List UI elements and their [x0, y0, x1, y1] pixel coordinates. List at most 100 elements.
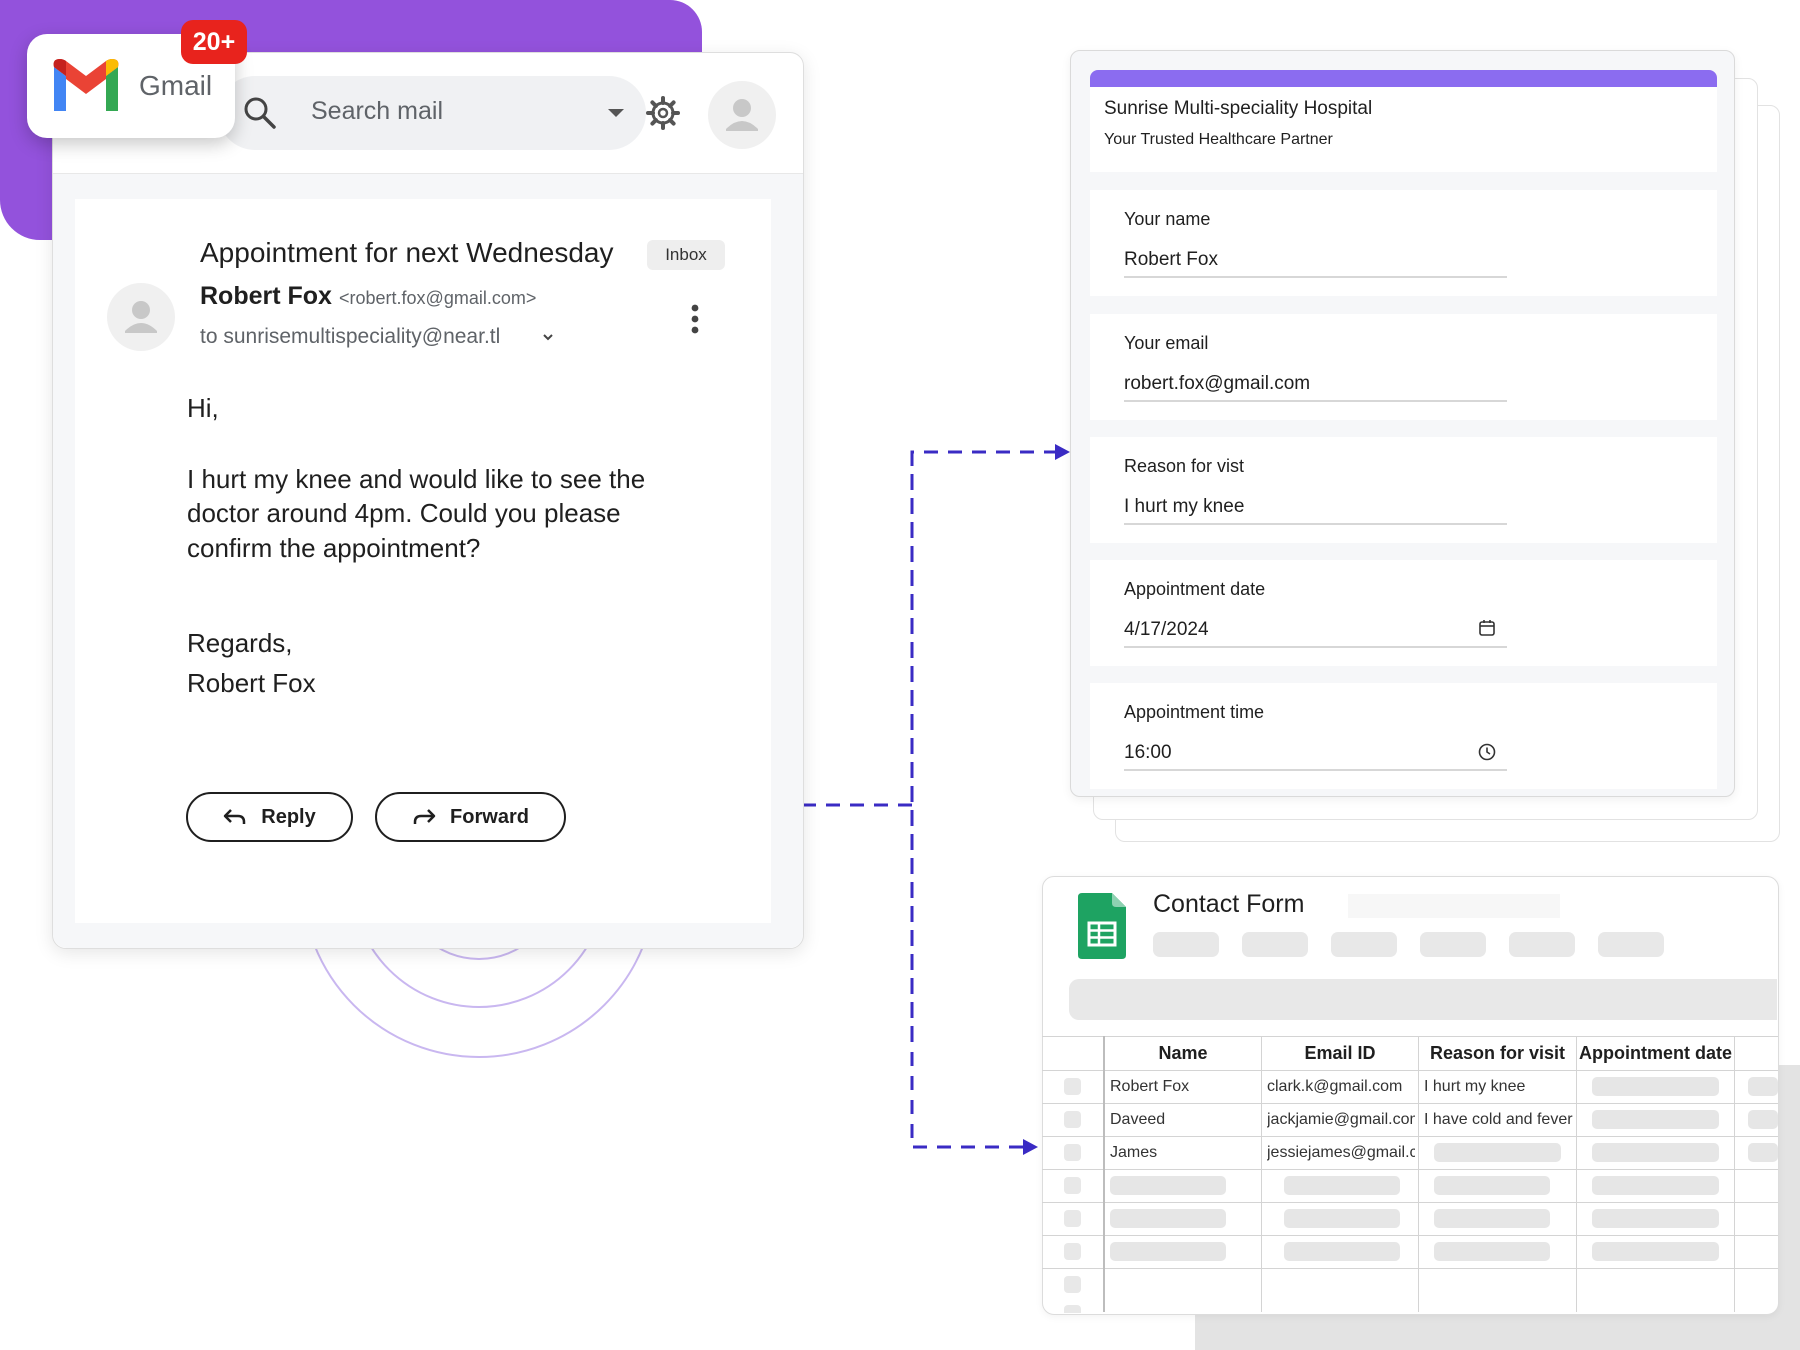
field-label: Your email	[1124, 333, 1209, 353]
grid-line	[1261, 1036, 1262, 1312]
person-icon	[726, 99, 758, 131]
table-cell[interactable]: Daveed	[1110, 1103, 1258, 1136]
form-header	[1090, 70, 1717, 172]
inbox-label[interactable]: Inbox	[647, 240, 725, 270]
email-signature: Robert Fox	[187, 668, 316, 698]
row-handle[interactable]	[1064, 1210, 1081, 1227]
row-handle[interactable]	[1064, 1276, 1081, 1293]
placeholder-cell	[1284, 1242, 1400, 1261]
grid-line	[1576, 1036, 1577, 1312]
placeholder-cell	[1284, 1176, 1400, 1195]
reply-button[interactable]: Reply	[186, 792, 353, 842]
name-input[interactable]: Robert Fox	[1124, 249, 1218, 271]
connector-arrows	[802, 444, 1070, 1155]
email-input[interactable]: robert.fox@gmail.com	[1124, 373, 1310, 395]
gear-icon[interactable]	[645, 95, 681, 131]
placeholder-cell	[1110, 1209, 1226, 1228]
grid-line	[1042, 1235, 1778, 1236]
person-icon	[125, 301, 157, 333]
form-field-date: Appointment date 4/17/2024	[1090, 560, 1717, 666]
table-cell[interactable]: James	[1110, 1136, 1258, 1169]
placeholder-cell	[1748, 1077, 1778, 1096]
email-subject: Appointment for next Wednesday	[200, 237, 614, 268]
form-field-email: Your email robert.fox@gmail.com	[1090, 314, 1717, 420]
chevron-down-icon[interactable]	[542, 331, 554, 343]
placeholder-cell	[1110, 1176, 1226, 1195]
form-title: Sunrise Multi-speciality Hospital	[1104, 98, 1373, 119]
email-signoff: Regards,	[187, 628, 293, 658]
row-handle[interactable]	[1064, 1144, 1081, 1161]
field-label: Appointment time	[1124, 702, 1265, 722]
menu-item-placeholder[interactable]	[1420, 932, 1486, 957]
email-body-line: confirm the appointment?	[187, 533, 481, 563]
reason-input[interactable]: I hurt my knee	[1124, 496, 1244, 518]
placeholder-cell	[1592, 1209, 1719, 1228]
table-cell[interactable]: I have cold and fever	[1424, 1103, 1574, 1136]
forward-label: Forward	[450, 805, 529, 828]
field-underline	[1124, 276, 1507, 278]
menu-item-placeholder[interactable]	[1153, 932, 1219, 957]
form-field-reason: Reason for vist I hurt my knee	[1090, 437, 1717, 543]
date-input[interactable]: 4/17/2024	[1124, 619, 1209, 641]
field-underline	[1124, 646, 1507, 648]
formula-bar[interactable]	[1069, 979, 1777, 1020]
table-cell[interactable]: Robert Fox	[1110, 1070, 1258, 1103]
placeholder-cell	[1748, 1143, 1778, 1162]
column-header[interactable]: Appointment date	[1577, 1036, 1734, 1070]
sender-name: Robert Fox	[200, 282, 332, 310]
field-label: Your name	[1124, 209, 1211, 229]
field-label: Appointment date	[1124, 579, 1266, 599]
table-cell[interactable]: jessiejames@gmail.com	[1267, 1136, 1415, 1169]
menu-item-placeholder[interactable]	[1242, 932, 1308, 957]
sender-avatar	[107, 283, 175, 351]
gmail-window: Search mail Appointment for next Wednesd…	[52, 52, 804, 949]
table-cell[interactable]: jackjamie@gmail.com	[1267, 1103, 1415, 1136]
column-header[interactable]: Name	[1105, 1036, 1261, 1070]
grid-line	[1418, 1036, 1419, 1312]
calendar-icon[interactable]	[1478, 619, 1496, 637]
form-field-name: Your name Robert Fox	[1090, 190, 1717, 296]
more-options-icon[interactable]	[689, 304, 701, 334]
row-handle[interactable]	[1064, 1111, 1081, 1128]
field-underline	[1124, 523, 1507, 525]
placeholder-cell	[1592, 1077, 1719, 1096]
forward-icon	[413, 809, 436, 824]
grid-line	[1042, 1169, 1778, 1170]
search-placeholder: Search mail	[311, 97, 443, 125]
email-greeting: Hi,	[187, 393, 219, 423]
forward-button[interactable]: Forward	[375, 792, 566, 842]
gmail-logo-icon	[53, 59, 119, 111]
search-icon[interactable]	[243, 96, 277, 130]
menu-item-placeholder[interactable]	[1331, 932, 1397, 957]
account-avatar[interactable]	[708, 81, 776, 149]
table-cell[interactable]: clark.k@gmail.com	[1267, 1070, 1415, 1103]
row-handle[interactable]	[1064, 1078, 1081, 1095]
row-handle[interactable]	[1064, 1243, 1081, 1260]
menu-item-placeholder[interactable]	[1598, 932, 1664, 957]
table-cell[interactable]: I hurt my knee	[1424, 1070, 1574, 1103]
sheet-title[interactable]: Contact Form	[1153, 890, 1304, 919]
field-underline	[1124, 400, 1507, 402]
placeholder-cell	[1434, 1209, 1550, 1228]
email-body-line: doctor around 4pm. Could you please	[187, 498, 621, 528]
grid-line	[1042, 1202, 1778, 1203]
sender-email: <robert.fox@gmail.com>	[339, 288, 537, 308]
title-field	[1348, 894, 1560, 918]
placeholder-cell	[1592, 1176, 1719, 1195]
placeholder-cell	[1592, 1242, 1719, 1261]
column-header[interactable]: Reason for visit	[1419, 1036, 1576, 1070]
grid-line	[1042, 1268, 1778, 1269]
time-input[interactable]: 16:00	[1124, 742, 1172, 764]
column-header[interactable]: Email ID	[1262, 1036, 1418, 1070]
recipient-line[interactable]: to sunrisemultispeciality@near.tl	[200, 325, 500, 349]
menu-item-placeholder[interactable]	[1509, 932, 1575, 957]
form-field-time: Appointment time 16:00	[1090, 683, 1717, 789]
reply-icon	[224, 809, 246, 824]
reply-label: Reply	[261, 805, 316, 828]
row-handle[interactable]	[1064, 1305, 1081, 1313]
field-label: Reason for vist	[1124, 456, 1245, 476]
clock-icon[interactable]	[1478, 743, 1496, 761]
email-body-line: I hurt my knee and would like to see the	[187, 464, 646, 494]
search-options-icon[interactable]	[608, 109, 624, 117]
row-handle[interactable]	[1064, 1177, 1081, 1194]
